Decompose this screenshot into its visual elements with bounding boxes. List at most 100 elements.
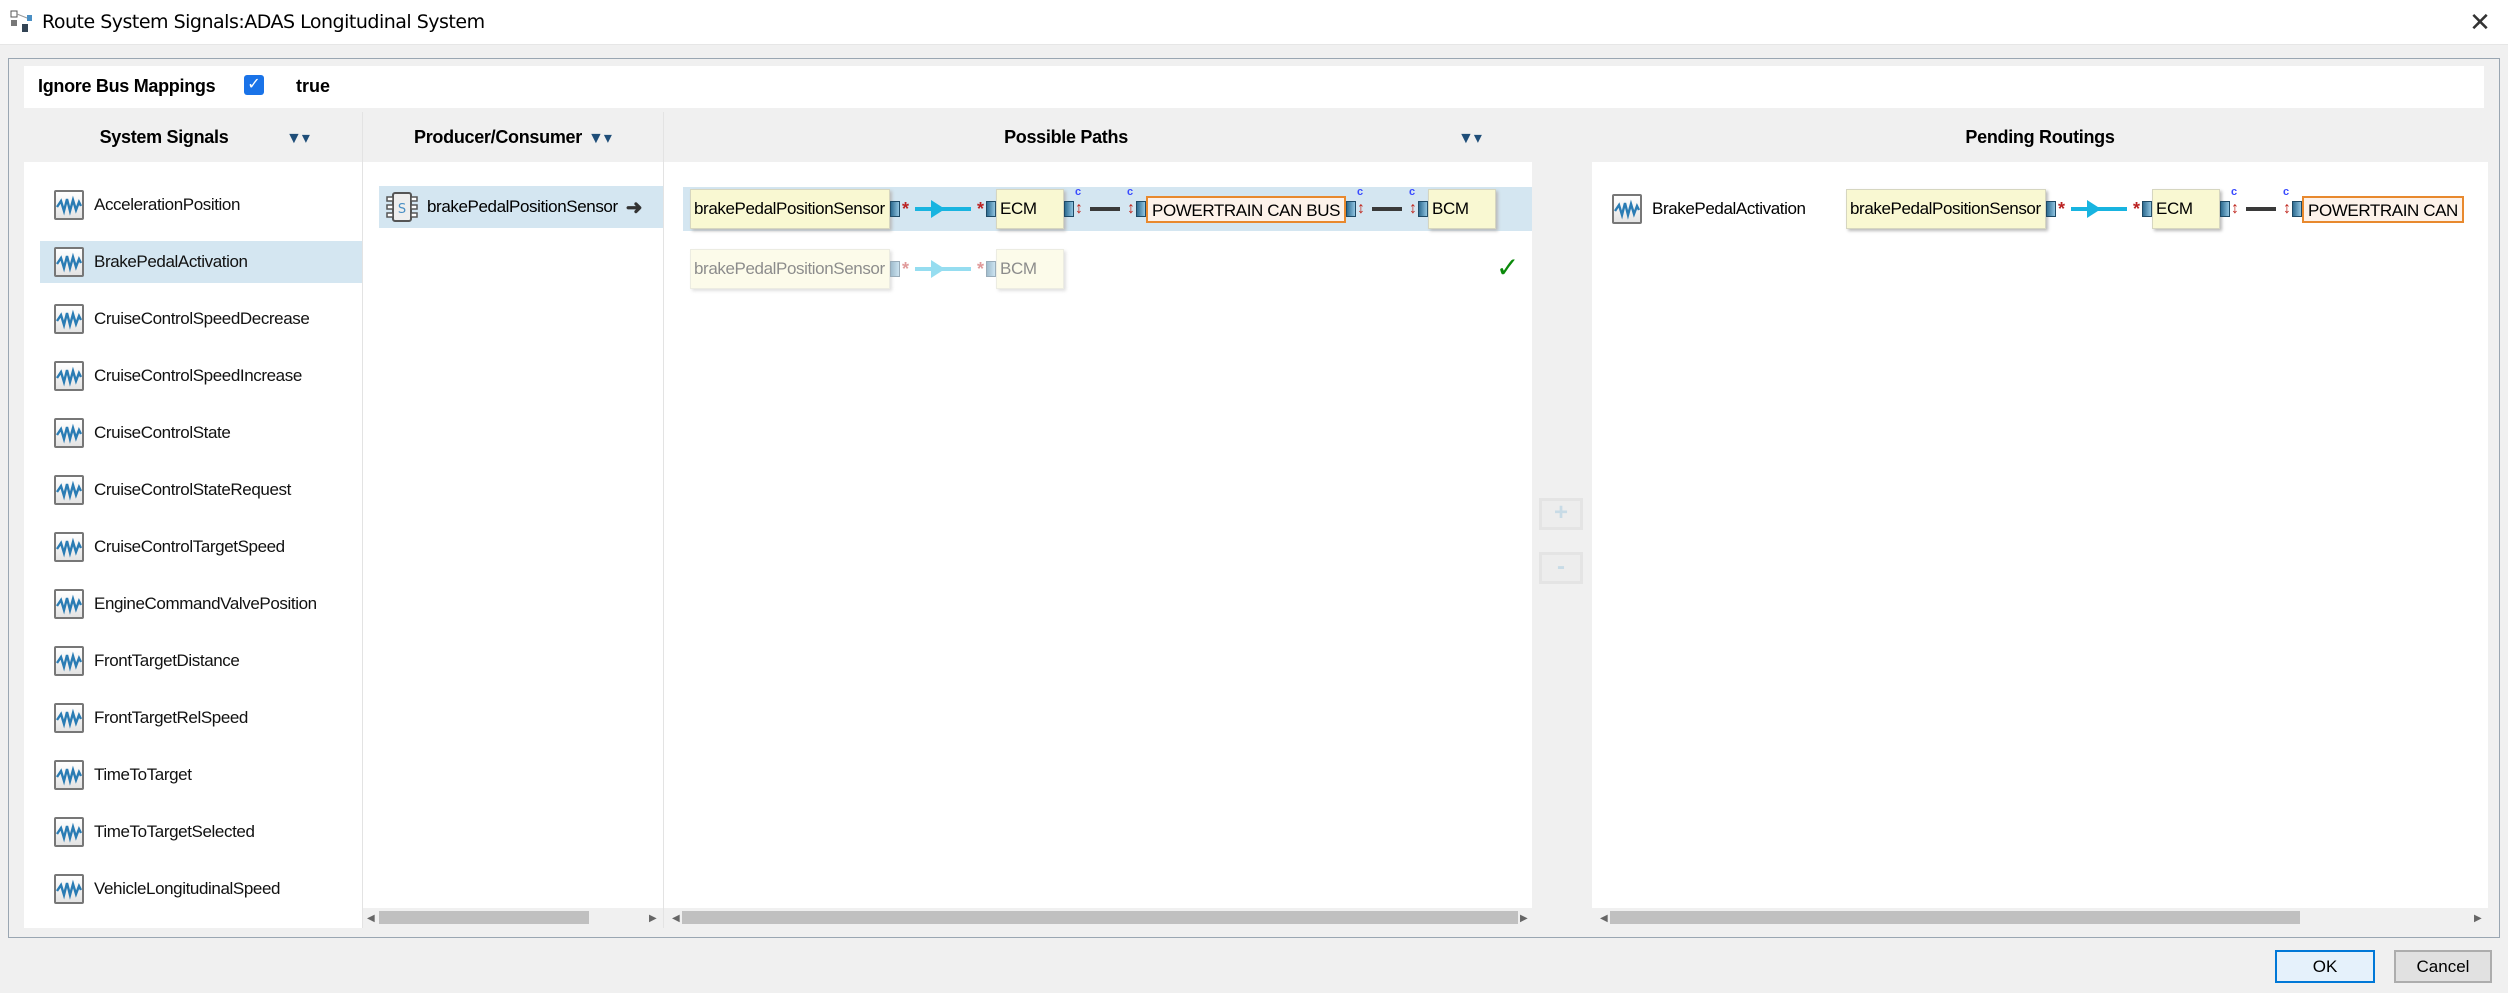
component-node[interactable]: BCM bbox=[996, 249, 1064, 289]
pending-routing-row[interactable]: BrakePedalActivation brakePedalPositionSe… bbox=[1612, 186, 2488, 231]
ignore-bus-mappings-label: Ignore Bus Mappings bbox=[38, 76, 216, 96]
multiplicity-icon: * bbox=[976, 258, 984, 279]
producer-consumer-filter-icon[interactable]: ▼▾ bbox=[588, 128, 614, 147]
signal-item[interactable]: CruiseControlSpeedDecrease bbox=[40, 298, 362, 340]
ignore-bus-mappings-checkbox[interactable]: ✓ bbox=[244, 75, 264, 95]
bidirectional-icon: c ↕ bbox=[1409, 186, 1418, 217]
pending-hscrollbar[interactable]: ◀ ▶ bbox=[1592, 909, 2488, 928]
bus-port-icon bbox=[2220, 201, 2230, 217]
multiplicity-icon: * bbox=[901, 198, 909, 219]
path-row[interactable]: brakePedalPositionSensor * * ECM c ↕ c ↕ POWERTR… bbox=[683, 186, 1532, 231]
bidirectional-icon: c ↕ bbox=[1357, 186, 1366, 217]
signal-name: EngineCommandValvePosition bbox=[94, 594, 317, 613]
route-app-icon bbox=[10, 10, 32, 32]
remove-routing-button[interactable]: - bbox=[1539, 552, 1583, 584]
ok-button[interactable]: OK bbox=[2275, 950, 2375, 983]
ignore-bus-mappings-row: Ignore Bus Mappings ✓ true bbox=[24, 66, 2484, 108]
system-signals-filter-icon[interactable]: ▼▾ bbox=[286, 128, 312, 147]
bidirectional-icon: c ↕ bbox=[2283, 186, 2291, 217]
signal-wave-icon bbox=[54, 418, 84, 448]
signal-arrow-icon bbox=[2071, 200, 2127, 218]
signal-item[interactable]: BrakePedalActivation bbox=[40, 241, 362, 283]
close-button[interactable]: ✕ bbox=[2460, 6, 2500, 40]
bidirectional-icon: c ↕ bbox=[1075, 186, 1083, 217]
signal-wave-icon bbox=[54, 304, 84, 334]
signal-arrow-icon bbox=[915, 200, 971, 218]
component-node[interactable]: ECM bbox=[2152, 189, 2220, 229]
component-node[interactable]: brakePedalPositionSensor bbox=[690, 189, 890, 229]
possible-paths-header: Possible Paths bbox=[1004, 127, 1128, 147]
possible-paths-filter-icon[interactable]: ▼▾ bbox=[1458, 128, 1484, 147]
bus-node[interactable]: POWERTRAIN CAN bbox=[2302, 195, 2464, 223]
signal-name: CruiseControlState bbox=[94, 423, 231, 442]
signal-item[interactable]: TimeToTarget bbox=[40, 754, 362, 796]
pending-signal-name: BrakePedalActivation bbox=[1652, 199, 1806, 218]
signal-name: CruiseControlSpeedIncrease bbox=[94, 366, 302, 385]
signal-wave-icon bbox=[54, 361, 84, 391]
signal-item[interactable]: AccelerationPosition bbox=[40, 184, 362, 226]
component-node[interactable]: brakePedalPositionSensor bbox=[690, 249, 890, 289]
svg-text:S: S bbox=[398, 202, 406, 217]
cancel-button[interactable]: Cancel bbox=[2394, 950, 2492, 983]
signal-item[interactable]: CruiseControlSpeedIncrease bbox=[40, 355, 362, 397]
signal-wave-icon bbox=[54, 532, 84, 562]
bus-port-icon bbox=[2292, 201, 2302, 217]
bus-port-icon bbox=[1418, 201, 1429, 217]
possible-paths-list: brakePedalPositionSensor * * ECM c ↕ c ↕ POWERTR… bbox=[664, 162, 1532, 908]
signal-name: AccelerationPosition bbox=[94, 195, 241, 214]
multiplicity-icon: * bbox=[2057, 198, 2065, 219]
bus-node[interactable]: POWERTRAIN CAN BUS bbox=[1146, 195, 1347, 223]
signal-name: VehicleLongitudinalSpeed bbox=[94, 879, 281, 898]
signal-wave-icon bbox=[54, 190, 84, 220]
signal-item[interactable]: CruiseControlStateRequest bbox=[40, 469, 362, 511]
signal-wave-icon bbox=[54, 646, 84, 676]
signal-wave-icon bbox=[1612, 194, 1642, 224]
bus-port-icon bbox=[1346, 201, 1357, 217]
path-row[interactable]: brakePedalPositionSensor * * BCM bbox=[683, 247, 1532, 291]
system-signals-header: System Signals bbox=[99, 127, 229, 147]
signal-item[interactable]: VehicleLongitudinalSpeed bbox=[40, 868, 362, 910]
bus-link-line bbox=[2246, 207, 2276, 211]
signal-item[interactable]: CruiseControlTargetSpeed bbox=[40, 526, 362, 568]
bidirectional-icon: c ↕ bbox=[1127, 186, 1135, 217]
bus-port-icon bbox=[1136, 201, 1146, 217]
component-node[interactable]: brakePedalPositionSensor bbox=[1846, 189, 2046, 229]
pending-routings-list: BrakePedalActivation brakePedalPositionSe… bbox=[1592, 162, 2488, 908]
multiplicity-icon: * bbox=[901, 258, 909, 279]
bus-link-line bbox=[1372, 207, 1403, 211]
signal-item[interactable]: FrontTargetRelSpeed bbox=[40, 697, 362, 739]
input-port-icon bbox=[986, 201, 996, 217]
component-node[interactable]: BCM bbox=[1428, 189, 1497, 229]
output-port-icon bbox=[2046, 201, 2056, 217]
signal-item[interactable]: CruiseControlState bbox=[40, 412, 362, 454]
system-signals-list: AccelerationPosition BrakePedalActivation… bbox=[24, 162, 362, 928]
add-routing-button[interactable]: + bbox=[1539, 498, 1583, 530]
bus-port-icon bbox=[1064, 201, 1074, 217]
component-node[interactable]: ECM bbox=[996, 189, 1064, 229]
signal-name: TimeToTargetSelected bbox=[94, 822, 255, 841]
signal-wave-icon bbox=[54, 817, 84, 847]
output-port-icon bbox=[890, 261, 900, 277]
signal-item[interactable]: FrontTargetDistance bbox=[40, 640, 362, 682]
signal-item[interactable]: EngineCommandValvePosition bbox=[40, 583, 362, 625]
multiplicity-icon: * bbox=[976, 198, 984, 219]
bus-link-line bbox=[1090, 207, 1120, 211]
producer-consumer-list: S brakePedalPositionSensor ➜ bbox=[363, 162, 663, 908]
signal-wave-icon bbox=[54, 247, 84, 277]
pending-routings-header: Pending Routings bbox=[1965, 127, 2115, 147]
signal-name: TimeToTarget bbox=[94, 765, 192, 784]
producer-name: brakePedalPositionSensor bbox=[427, 197, 618, 216]
producer-hscrollbar[interactable]: ◀ ▶ bbox=[363, 909, 663, 928]
valid-check-icon: ✓ bbox=[1496, 252, 1520, 283]
signal-name: CruiseControlSpeedDecrease bbox=[94, 309, 310, 328]
bidirectional-icon: c ↕ bbox=[2231, 186, 2239, 217]
signal-item[interactable]: TimeToTargetSelected bbox=[40, 811, 362, 853]
title-bar: Route System Signals:ADAS Longitudinal S… bbox=[0, 0, 2508, 45]
input-port-icon bbox=[2142, 201, 2152, 217]
signal-name: FrontTargetDistance bbox=[94, 651, 240, 670]
window-title: Route System Signals:ADAS Longitudinal S… bbox=[42, 11, 485, 33]
output-port-icon bbox=[890, 201, 900, 217]
producer-item[interactable]: S brakePedalPositionSensor ➜ bbox=[379, 186, 663, 228]
signal-name: BrakePedalActivation bbox=[94, 252, 248, 271]
paths-hscrollbar[interactable]: ◀ ▶ bbox=[664, 909, 1532, 928]
